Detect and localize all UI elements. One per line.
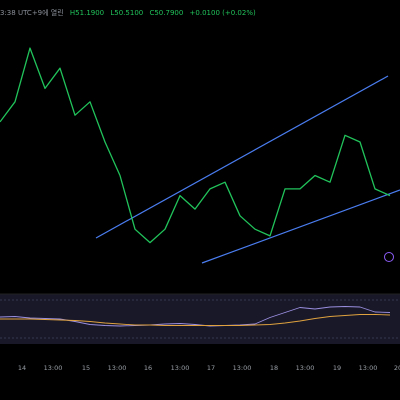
time-label: 15 <box>81 364 91 372</box>
time-label: 16 <box>143 364 153 372</box>
time-label: 17 <box>206 364 216 372</box>
time-label: 13:00 <box>43 364 63 372</box>
marker-icon[interactable] <box>384 252 394 262</box>
time-label: 13:00 <box>358 364 378 372</box>
bar-time-text: 3:38 UTC+9에 열린 <box>0 9 64 17</box>
price-line <box>0 47 391 244</box>
time-axis: 14 13:00 15 13:00 16 13:00 17 13:00 18 1… <box>0 358 400 378</box>
change-value: +0.0100 (+0.02%) <box>189 9 256 17</box>
price-chart <box>0 47 400 344</box>
time-label: 20 <box>393 364 400 372</box>
high-value: H51.1900 <box>69 9 105 17</box>
time-label: 18 <box>269 364 279 372</box>
time-label: 13:00 <box>295 364 315 372</box>
lower-trendline <box>201 189 400 264</box>
close-value: C50.7900 <box>149 9 184 17</box>
time-label: 13:00 <box>232 364 252 372</box>
upper-trendline <box>95 75 389 239</box>
time-label: 13:00 <box>107 364 127 372</box>
chart-area[interactable] <box>0 0 400 400</box>
low-value: L50.5100 <box>110 9 144 17</box>
time-label: 19 <box>332 364 342 372</box>
chart-header: 3:38 UTC+9에 열린 H51.1900 L50.5100 C50.790… <box>0 0 400 26</box>
time-label: 13:00 <box>170 364 190 372</box>
time-label: 14 <box>17 364 27 372</box>
